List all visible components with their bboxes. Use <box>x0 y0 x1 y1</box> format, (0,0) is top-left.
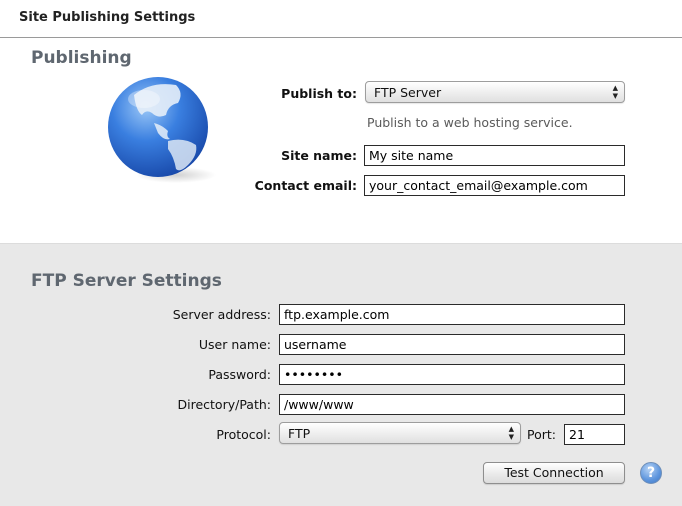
site-name-input[interactable]: My site name <box>364 145 625 166</box>
port-label: Port: <box>527 427 556 442</box>
user-name-input[interactable]: username <box>279 334 625 355</box>
server-address-input[interactable]: ftp.example.com <box>279 304 625 325</box>
publishing-section: Publishing Publish to: FTP Server ▲ ▼ Pub… <box>0 39 682 243</box>
contact-email-input[interactable]: your_contact_email@example.com <box>364 175 625 196</box>
server-address-label: Server address: <box>172 307 271 322</box>
popup-arrows-icon: ▲ ▼ <box>612 84 618 100</box>
publish-to-label: Publish to: <box>281 86 357 101</box>
test-connection-button[interactable]: Test Connection <box>483 462 625 484</box>
ftp-settings-section: FTP Server Settings Server address: ftp.… <box>0 243 682 506</box>
site-name-label: Site name: <box>281 148 357 163</box>
contact-email-label: Contact email: <box>254 178 357 193</box>
user-name-label: User name: <box>198 337 271 352</box>
dialog-header: Site Publishing Settings <box>0 0 682 38</box>
directory-label: Directory/Path: <box>177 397 272 412</box>
globe-icon <box>108 77 216 183</box>
dialog-title: Site Publishing Settings <box>19 10 196 25</box>
protocol-label: Protocol: <box>216 427 271 442</box>
publish-to-value: FTP Server <box>374 85 442 100</box>
port-input[interactable]: 21 <box>564 424 625 445</box>
popup-arrows-icon: ▲ ▼ <box>508 425 514 441</box>
publish-to-select[interactable]: FTP Server ▲ ▼ <box>365 81 625 103</box>
ftp-settings-heading: FTP Server Settings <box>31 271 222 291</box>
help-icon[interactable]: ? <box>640 462 662 484</box>
password-input[interactable]: •••••••• <box>279 364 625 385</box>
password-label: Password: <box>208 367 271 382</box>
protocol-select[interactable]: FTP ▲ ▼ <box>279 422 521 444</box>
publishing-heading: Publishing <box>31 48 132 68</box>
directory-input[interactable]: /www/www <box>279 394 625 415</box>
publish-to-hint: Publish to a web hosting service. <box>367 115 573 130</box>
protocol-value: FTP <box>288 426 311 441</box>
